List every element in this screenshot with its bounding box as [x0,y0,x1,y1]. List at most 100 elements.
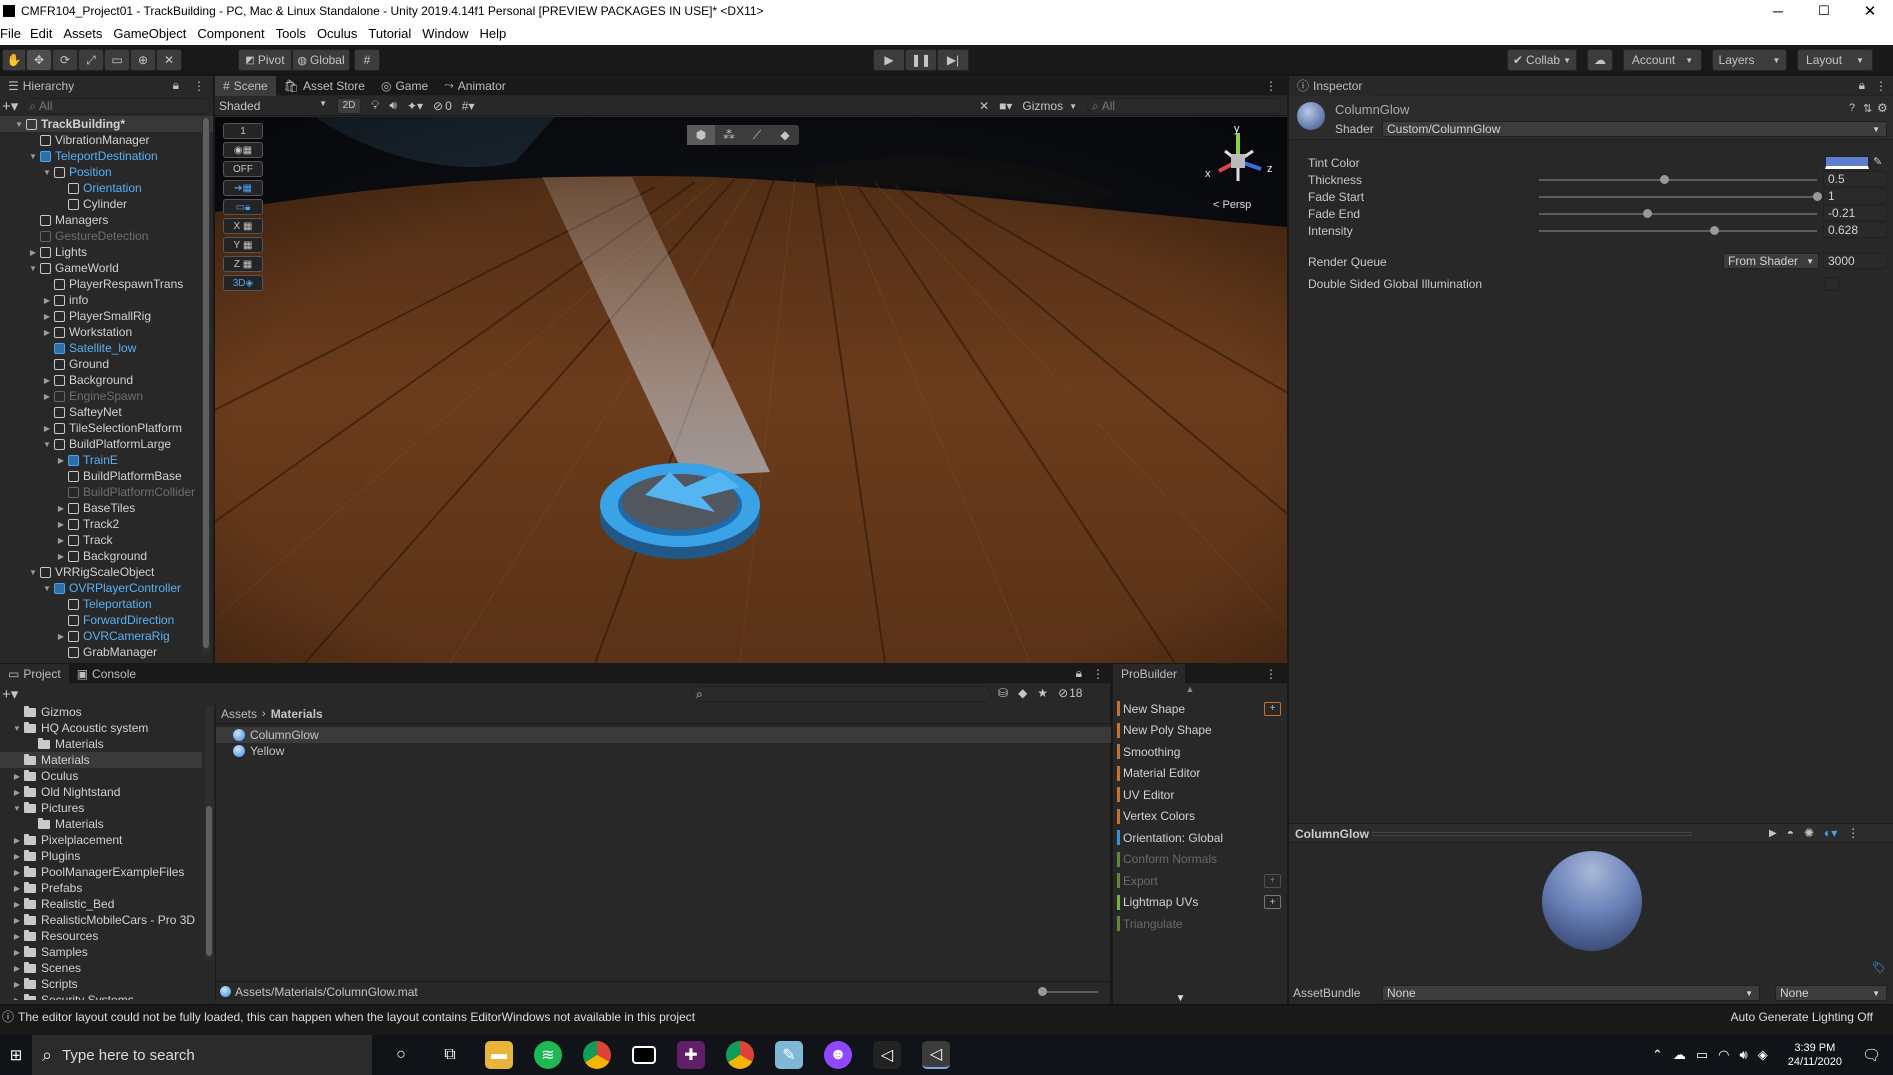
scene-search-input[interactable]: ⌕ All [1087,98,1282,114]
slider-knob[interactable] [1813,192,1822,201]
hierarchy-item[interactable]: Teleportation [0,596,213,612]
tab-project[interactable]: ▭ Project [0,663,69,684]
expand-closed-icon[interactable]: ▶ [56,632,66,641]
property-slider[interactable] [1539,226,1817,235]
unity-hub-icon[interactable]: ◁ [873,1041,901,1069]
menu-gameobject[interactable]: GameObject [113,26,186,41]
probuilder-tool-button[interactable]: Export + [1113,870,1287,892]
hierarchy-item[interactable]: SafteyNet [0,404,213,420]
effects-icon[interactable]: ✦▾ [407,99,423,113]
project-folder-item[interactable]: Materials [0,752,202,768]
slider-knob[interactable] [1660,175,1670,184]
slider-knob[interactable] [1038,987,1047,996]
windows-start-button[interactable]: ⊞ [0,1035,32,1075]
hierarchy-item[interactable]: ▼ Position [0,164,213,180]
filter-label-icon[interactable]: ◆ [1018,686,1027,700]
tab-hierarchy[interactable]: ☰ Hierarchy 🔒︎ ⋮ [0,75,213,96]
menu-tutorial[interactable]: Tutorial [368,26,411,41]
hierarchy-item[interactable]: ▶ Track2 [0,516,213,532]
hierarchy-item[interactable]: GestureDetection [0,228,213,244]
expand-open-icon[interactable]: ▼ [42,168,52,177]
hierarchy-item[interactable]: BuildPlatformBase [0,468,213,484]
expand-closed-icon[interactable]: ▶ [12,852,22,861]
expand-closed-icon[interactable]: ▶ [56,536,66,545]
property-slider[interactable] [1539,175,1817,184]
expand-closed-icon[interactable]: ▶ [12,884,22,893]
project-search-input[interactable]: ⌕ [691,686,991,702]
tray-chevron-icon[interactable]: ⌃ [1652,1047,1663,1063]
gizmos-dropdown[interactable]: Gizmos ▼ [1022,99,1077,113]
toggle-2d-button[interactable]: 2D [337,97,361,114]
project-folder-item[interactable]: ▶ Samples [0,944,202,960]
expand-closed-icon[interactable]: ▶ [12,772,22,781]
preset-icon[interactable]: ⇅ [1863,102,1872,115]
project-folder-item[interactable]: ▶ Old Nightstand [0,784,202,800]
tool-options-icon[interactable]: + [1264,701,1281,716]
eyedropper-icon[interactable]: ✎ [1873,155,1882,168]
hierarchy-item[interactable]: BuildPlatformCollider [0,484,213,500]
render-queue-mode-dropdown[interactable]: From Shader ▼ [1723,253,1819,269]
expand-closed-icon[interactable]: ▶ [42,392,52,401]
expand-closed-icon[interactable]: ▶ [12,948,22,957]
probuilder-tool-button[interactable]: Smoothing [1113,741,1287,763]
cortana-icon[interactable]: ○ [387,1041,415,1069]
custom-tool-icon[interactable]: ✕ [156,49,182,71]
persp-label[interactable]: < Persp [1213,199,1251,211]
probuilder-tool-button[interactable]: New Poly Shape [1113,720,1287,742]
hierarchy-item[interactable]: ▶ Track [0,532,213,548]
hierarchy-item[interactable]: ▶ info [0,292,213,308]
unity-editor-icon[interactable]: ◁ [922,1041,950,1069]
expand-open-icon[interactable]: ▼ [12,804,22,813]
property-value-input[interactable]: 0.5 [1823,171,1887,187]
more-icon[interactable]: ⋮ [1875,79,1887,93]
hierarchy-item[interactable]: ▼TeleportDestination› [0,148,213,164]
expand-closed-icon[interactable]: ▶ [56,456,66,465]
status-message[interactable]: The editor layout could not be fully loa… [18,1010,695,1024]
preview-drag-handle[interactable] [1372,832,1692,836]
expand-closed-icon[interactable]: ▶ [42,312,52,321]
camera-icon[interactable]: ■▾ [999,99,1012,113]
probuilder-tool-button[interactable]: Conform Normals [1113,849,1287,871]
more-icon[interactable]: ⋮ [1847,826,1859,840]
file-item-yellow[interactable]: Yellow [216,743,1110,759]
probuilder-tool-button[interactable]: UV Editor [1113,784,1287,806]
project-folder-item[interactable]: ▶ Realistic_Bed [0,896,202,912]
menu-assets[interactable]: Assets [63,26,102,41]
arrow-grid-icon[interactable]: ➔▦ [223,180,263,196]
hierarchy-item[interactable]: ▶ Background [0,548,213,564]
lock-icon[interactable]: 🔒︎ [173,78,179,93]
dropbox-icon[interactable]: ◈ [1758,1047,1768,1063]
assetbundle-dropdown[interactable]: None ▼ [1382,985,1760,1001]
move-tool-icon[interactable]: ✥ [26,49,52,71]
scene-viewport[interactable]: 1 ◉▦ OFF ➔▦ ▭🔒︎ X ▦ Y ▦ Z ▦ 3D◈ ⬢ ⁂ ⟋ ◆ [215,117,1287,663]
expand-closed-icon[interactable]: ▶ [42,328,52,337]
hierarchy-item[interactable]: ForwardDirection [0,612,213,628]
more-icon[interactable]: ⋮ [1265,79,1277,93]
audio-icon[interactable]: 🔊︎ [389,98,397,113]
expand-closed-icon[interactable]: ▶ [42,376,52,385]
dsgi-checkbox[interactable] [1825,277,1839,291]
slider-knob[interactable] [1643,209,1653,218]
probuilder-tool-button[interactable]: Lightmap UVs + [1113,892,1287,914]
project-folder-item[interactable]: ▶ PoolManagerExampleFiles [0,864,202,880]
breadcrumb-materials[interactable]: Materials [271,707,323,721]
expand-closed-icon[interactable]: ▶ [12,980,22,989]
property-slider[interactable] [1539,192,1822,201]
grid-icon[interactable]: #▾ [462,99,475,113]
hierarchy-item[interactable]: ▶ EngineSpawn [0,388,213,404]
hierarchy-search-input[interactable]: ⌕ All [24,98,211,114]
lock-icon[interactable]: 🔒︎ [1859,78,1865,93]
clock[interactable]: 3:39 PM 24/11/2020 [1788,1041,1842,1069]
project-folder-item[interactable]: ▶ Scenes [0,960,202,976]
project-folder-item[interactable]: ▶ Plugins [0,848,202,864]
hierarchy-item[interactable]: GrabManager [0,644,213,660]
light-icon[interactable]: ✺ [1804,826,1814,840]
expand-open-icon[interactable]: ▼ [28,152,38,161]
project-folder-item[interactable]: Gizmos [0,704,202,720]
rotate-tool-icon[interactable]: ⟳ [52,49,78,71]
property-value-input[interactable]: -0.21 [1823,205,1887,221]
play-button[interactable]: ▶ [873,49,905,71]
layers-dropdown[interactable]: Layers ▼ [1712,49,1787,71]
expand-closed-icon[interactable]: ▶ [56,520,66,529]
expand-closed-icon[interactable]: ▶ [56,552,66,561]
